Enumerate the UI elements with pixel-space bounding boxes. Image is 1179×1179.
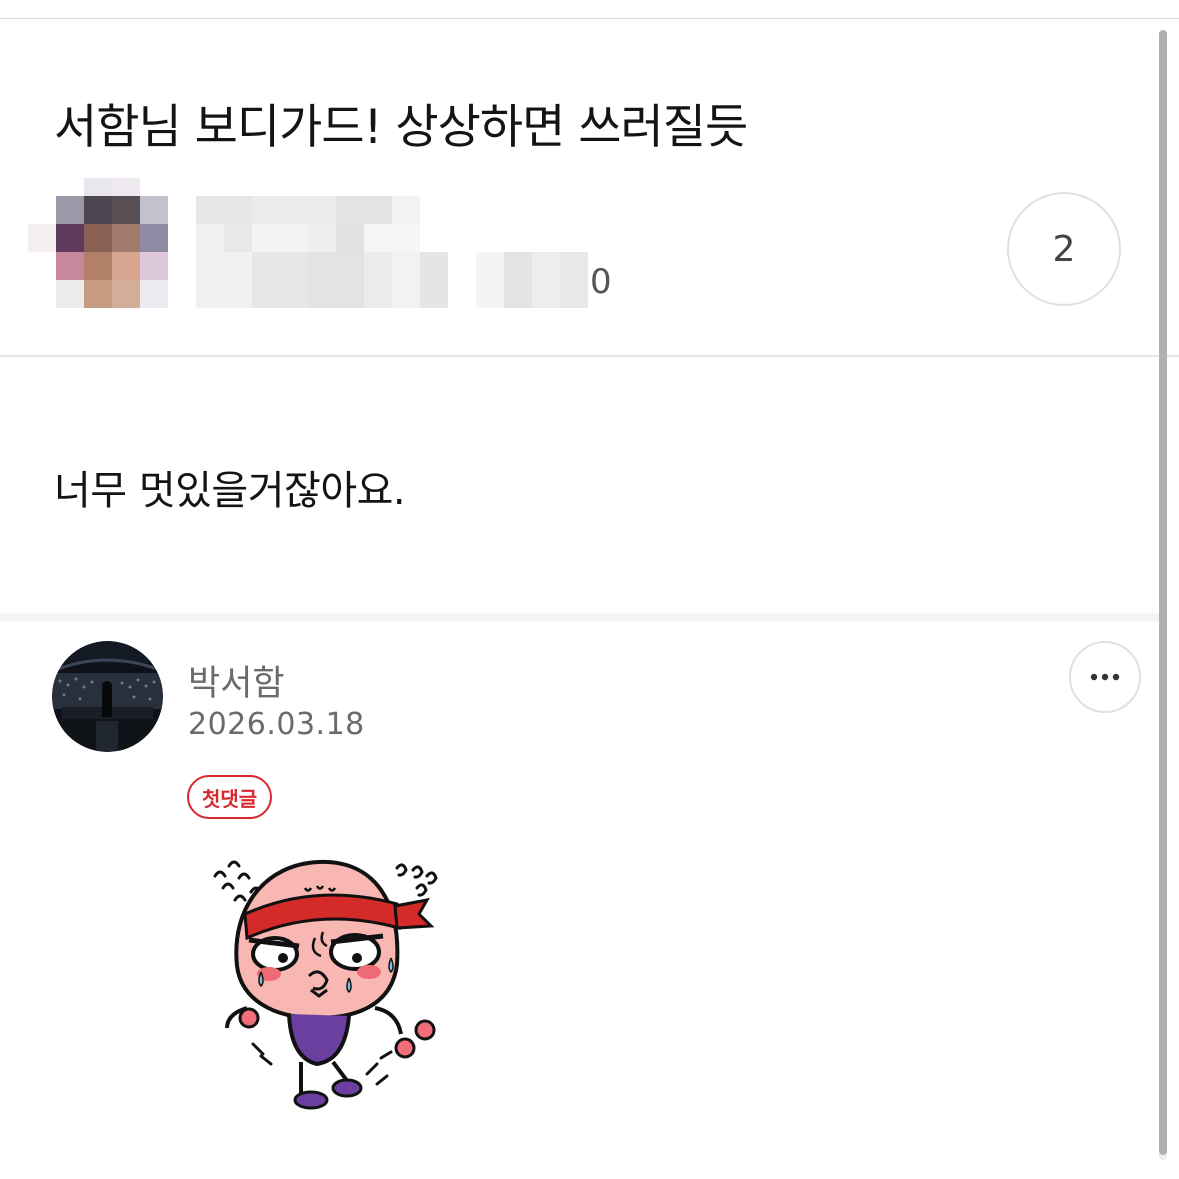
scrollbar-thumb[interactable] xyxy=(1159,30,1167,1155)
comment-count-button[interactable]: 2 xyxy=(1007,192,1121,306)
first-comment-badge: 첫댓글 xyxy=(187,775,273,819)
more-horizontal-icon xyxy=(1090,673,1120,681)
post-title: 서함님 보디가드! 상상하면 쓰러질듯 xyxy=(54,100,748,155)
comments-section-divider xyxy=(0,613,1160,621)
comment-count: 2 xyxy=(1052,228,1076,270)
commenter-avatar[interactable] xyxy=(52,641,163,752)
sweating-peach-runner-sticker xyxy=(213,859,438,1110)
comment-more-button[interactable] xyxy=(1069,641,1141,713)
post-body: 너무 멋있을거잖아요. xyxy=(54,468,406,514)
commenter-name[interactable]: 박서함 xyxy=(188,655,285,706)
author-avatar[interactable] xyxy=(28,178,168,308)
view-count: 0 xyxy=(590,262,612,302)
top-divider xyxy=(0,18,1179,19)
comment-date: 2026.03.18 xyxy=(188,707,365,742)
meta-divider xyxy=(0,355,1179,357)
